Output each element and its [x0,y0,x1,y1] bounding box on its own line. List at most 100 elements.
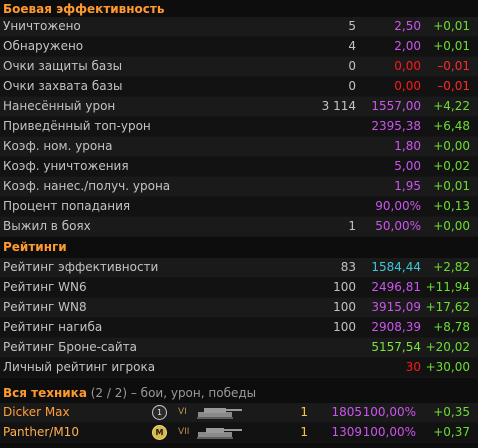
mastery-class-1-icon: 1 [152,405,167,420]
tank-silhouette-icon [197,428,242,439]
stat-delta: +0,01 [433,39,470,53]
stat-delta: +0,01 [433,19,470,33]
stat-value: 1557,00 [371,99,421,113]
rating-delta: +11,94 [425,280,470,294]
stat-delta: +0,13 [433,199,470,213]
stat-row-destroyed: Уничтожено 5 2,50 +0,01 [0,17,478,37]
stat-value: 0,00 [394,79,421,93]
stat-row-damage-ratio: Коэф. нанес./получ. урона 1,95 +0,01 [0,177,478,197]
stat-label: Коэф. ном. урона [3,139,113,153]
stat-row-nominal-damage-ratio: Коэф. ном. урона 1,80 +0,00 [0,137,478,157]
stat-row-defense-points: Очки защиты базы 0 0,00 –0,01 [0,57,478,77]
stat-count: 1 [348,219,356,233]
vehicle-tier: VII [178,427,190,437]
stat-row-capture-points: Очки захвата базы 0 0,00 –0,01 [0,77,478,97]
rating-value: 2496,81 [371,280,421,294]
tank-silhouette-icon [197,408,242,419]
rating-row-wn8: Рейтинг WN8 100 3915,09 +17,62 [0,298,478,318]
session-stats-panel: Боевая эффективность Уничтожено 5 2,50 +… [0,0,478,448]
vehicle-damage: 1309 [331,425,362,439]
stat-delta: +6,48 [433,119,470,133]
vehicles-subtitle: (2 / 2) – бои, урон, победы [86,386,257,400]
vehicle-battles: 1 [300,405,308,419]
stat-delta: +0,00 [433,219,470,233]
stat-count: 4 [348,39,356,53]
rating-value: 30 [405,360,421,374]
stat-label: Выжил в боях [3,219,91,233]
rating-label: Личный рейтинг игрока [3,360,156,374]
rating-value: 5157,54 [371,340,421,354]
stat-row-survived: Выжил в боях 1 50,00% +0,00 [0,217,478,237]
rating-count: 83 [340,260,356,274]
stat-count: 0 [348,59,356,73]
stat-label: Обнаружено [3,39,84,53]
stat-count: 3 114 [321,99,356,113]
vehicle-name: Panther/M10 [3,425,79,439]
ratings-title: Рейтинги [3,240,67,254]
rating-label: Рейтинг WN8 [3,300,87,314]
rating-delta: +2,82 [433,260,470,274]
stat-count: 0 [348,79,356,93]
stat-label: Очки захвата базы [3,79,123,93]
vehicle-winrate: 100,00% [362,425,416,439]
rating-row-personal: Личный рейтинг игрока 30 +30,00 [0,358,478,378]
stat-value: 2,50 [394,19,421,33]
rating-delta: +8,78 [433,320,470,334]
vehicle-row-dicker-max: Dicker Max 1 VI 1 1805 100,00% +0,35 [0,403,478,423]
stat-label: Нанесённый урон [3,99,116,113]
vehicles-title-text: Вся техника [3,386,87,400]
rating-count: 100 [333,320,356,334]
stat-row-spotted: Обнаружено 4 2,00 +0,01 [0,37,478,57]
rating-label: Рейтинг WN6 [3,280,87,294]
stat-row-hit-rate: Процент попадания 90,00% +0,13 [0,197,478,217]
rating-count: 100 [333,300,356,314]
stat-delta: –0,01 [437,79,470,93]
vehicle-delta: +0,37 [433,425,470,439]
vehicle-tier: VI [178,407,187,417]
rating-label: Рейтинг Броне-сайта [3,340,138,354]
stat-row-damage-dealt: Нанесённый урон 3 114 1557,00 +4,22 [0,97,478,117]
stat-value: 2395,38 [371,119,421,133]
stat-value: 5,00 [394,159,421,173]
stat-value: 1,80 [394,139,421,153]
vehicles-title: Вся техника (2 / 2) – бои, урон, победы [3,384,256,403]
stat-label: Приведённый топ-урон [3,119,151,133]
rating-row-nagib: Рейтинг нагиба 100 2908,39 +8,78 [0,318,478,338]
rating-row-armor-site: Рейтинг Броне-сайта 5157,54 +20,02 [0,338,478,358]
rating-delta: +20,02 [425,340,470,354]
stat-value: 0,00 [394,59,421,73]
vehicle-name: Dicker Max [3,405,70,419]
rating-count: 100 [333,280,356,294]
stat-delta: +0,00 [433,139,470,153]
rating-label: Рейтинг эффективности [3,260,159,274]
rating-row-efficiency: Рейтинг эффективности 83 1584,44 +2,82 [0,258,478,278]
vehicle-winrate: 100,00% [362,405,416,419]
stat-label: Уничтожено [3,19,81,33]
stat-row-kill-ratio: Коэф. уничтожения 5,00 +0,02 [0,157,478,177]
rating-value: 3915,09 [371,300,421,314]
stat-row-top-damage: Приведённый топ-урон 2395,38 +6,48 [0,117,478,137]
stat-count: 5 [348,19,356,33]
stat-value: 2,00 [394,39,421,53]
rating-label: Рейтинг нагиба [3,320,103,334]
rating-delta: +30,00 [425,360,470,374]
stat-value: 50,00% [375,219,421,233]
vehicles-list: Dicker Max 1 VI 1 1805 100,00% +0,35 Pan… [0,403,478,443]
stat-delta: +4,22 [433,99,470,113]
vehicle-damage: 1805 [331,405,362,419]
stat-label: Коэф. нанес./получ. урона [3,179,171,193]
mastery-ace-icon: M [152,425,167,440]
rating-value: 2908,39 [371,320,421,334]
vehicle-delta: +0,35 [433,405,470,419]
stat-label: Очки защиты базы [3,59,123,73]
battle-efficiency-list: Уничтожено 5 2,50 +0,01 Обнаружено 4 2,0… [0,17,478,237]
stat-value: 1,95 [394,179,421,193]
stat-delta: –0,01 [437,59,470,73]
stat-value: 90,00% [375,199,421,213]
vehicle-row-panther-m10: Panther/M10 M VII 1 1309 100,00% +0,37 [0,423,478,443]
stat-delta: +0,02 [433,159,470,173]
rating-value: 1584,44 [371,260,421,274]
ratings-list: Рейтинг эффективности 83 1584,44 +2,82 Р… [0,258,478,378]
stat-label: Процент попадания [3,199,131,213]
rating-row-wn6: Рейтинг WN6 100 2496,81 +11,94 [0,278,478,298]
